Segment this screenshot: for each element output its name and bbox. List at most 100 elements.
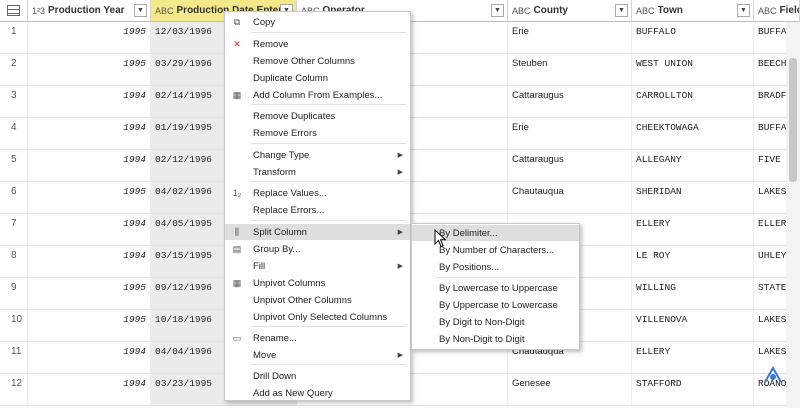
column-header-production-year[interactable]: 1²3 Production Year ▼ — [28, 0, 151, 22]
town-cell[interactable]: VILLENOVA — [632, 310, 754, 341]
row-number[interactable]: 2 — [0, 54, 28, 85]
row-number[interactable]: 11 — [0, 342, 28, 373]
town-cell[interactable]: STAFFORD — [632, 374, 754, 405]
county-cell[interactable]: Erie — [508, 118, 632, 149]
row-number[interactable]: 9 — [0, 278, 28, 309]
row-number[interactable]: 6 — [0, 182, 28, 213]
town-cell[interactable]: CHEEKTOWAGA — [632, 118, 754, 149]
menu-item-label: Change Type — [253, 149, 310, 161]
submenu-item-by-non-digit-to-digit[interactable]: By Non-Digit to Digit — [412, 331, 579, 347]
menu-item-remove-other-columns[interactable]: Remove Other Columns — [225, 53, 410, 69]
rename-icon: ▭ — [232, 333, 242, 343]
row-number[interactable]: 7 — [0, 214, 28, 245]
submenu-item-by-lowercase-to-uppercase[interactable]: By Lowercase to Uppercase — [412, 280, 579, 296]
town-cell[interactable]: CARROLLTON — [632, 86, 754, 117]
menu-item-remove[interactable]: ✕ Remove — [225, 36, 410, 52]
menu-item-fill[interactable]: Fill ▶ — [225, 258, 410, 274]
row-number[interactable]: 1 — [0, 22, 28, 53]
menu-item-duplicate-column[interactable]: Duplicate Column — [225, 70, 410, 86]
number-type-icon[interactable]: 1²3 — [32, 6, 45, 16]
filter-dropdown-icon[interactable]: ▼ — [615, 4, 628, 17]
production-year-cell[interactable]: 1994 — [28, 246, 151, 277]
county-cell[interactable]: Genesee — [508, 374, 632, 405]
row-number[interactable]: 8 — [0, 246, 28, 277]
filter-dropdown-icon[interactable]: ▼ — [134, 4, 147, 17]
menu-item-remove-duplicates[interactable]: Remove Duplicates — [225, 108, 410, 124]
column-header-label: Field — [779, 5, 799, 16]
menu-item-group-by[interactable]: ▤ Group By... — [225, 241, 410, 257]
submenu-item-by-digit-to-non-digit[interactable]: By Digit to Non-Digit — [412, 314, 579, 330]
county-cell[interactable]: Chautauqua — [508, 182, 632, 213]
submenu-item-by-positions[interactable]: By Positions... — [412, 259, 579, 275]
county-cell[interactable]: Cattaraugus — [508, 150, 632, 181]
menu-item-label: Remove Errors — [253, 127, 317, 139]
filter-dropdown-icon[interactable]: ▼ — [491, 4, 504, 17]
production-year-cell[interactable]: 1994 — [28, 214, 151, 245]
mouse-cursor-icon — [434, 229, 447, 248]
production-year-cell[interactable]: 1994 — [28, 86, 151, 117]
row-number[interactable]: 3 — [0, 86, 28, 117]
menu-item-add-column-from-examples[interactable]: ▦ Add Column From Examples... — [225, 87, 410, 103]
menu-item-move[interactable]: Move ▶ — [225, 347, 410, 363]
production-year-cell[interactable]: 1995 — [28, 278, 151, 309]
copy-icon: ⧉ — [233, 17, 241, 27]
town-cell[interactable]: LE ROY — [632, 246, 754, 277]
column-header-field[interactable]: ABC Field — [754, 0, 800, 22]
production-year-cell[interactable]: 1994 — [28, 118, 151, 149]
county-cell[interactable]: Cattaraugus — [508, 86, 632, 117]
menu-item-unpivot-other-columns[interactable]: Unpivot Other Columns — [225, 292, 410, 308]
submenu-item-label: By Uppercase to Lowercase — [439, 299, 558, 311]
town-cell[interactable]: ALLEGANY — [632, 150, 754, 181]
column-context-menu: ⧉ Copy ✕ Remove Remove Other Columns Duplicat… — [224, 11, 411, 401]
row-number[interactable]: 5 — [0, 150, 28, 181]
town-cell[interactable]: WILLING — [632, 278, 754, 309]
production-year-cell[interactable]: 1995 — [28, 22, 151, 53]
menu-item-copy[interactable]: ⧉ Copy — [225, 14, 410, 30]
production-year-cell[interactable]: 1995 — [28, 310, 151, 341]
table-icon — [7, 5, 20, 16]
town-cell[interactable]: ELLERY — [632, 342, 754, 373]
town-cell[interactable]: BUFFALO — [632, 22, 754, 53]
row-number[interactable]: 10 — [0, 310, 28, 341]
production-year-cell[interactable]: 1994 — [28, 374, 151, 405]
production-year-cell[interactable]: 1994 — [28, 150, 151, 181]
column-header-town[interactable]: ABC Town ▼ — [632, 0, 754, 22]
town-cell[interactable]: SHERIDAN — [632, 182, 754, 213]
menu-item-add-as-new-query[interactable]: Add as New Query — [225, 385, 410, 401]
table-menu-button[interactable] — [0, 0, 28, 22]
county-cell[interactable]: Steuben — [508, 54, 632, 85]
row-number[interactable]: 12 — [0, 374, 28, 405]
row-number[interactable]: 4 — [0, 118, 28, 149]
menu-item-transform[interactable]: Transform ▶ — [225, 164, 410, 180]
production-year-cell[interactable]: 1995 — [28, 182, 151, 213]
menu-item-replace-values[interactable]: 1₂ Replace Values... — [225, 185, 410, 201]
submenu-item-by-uppercase-to-lowercase[interactable]: By Uppercase to Lowercase — [412, 297, 579, 313]
chevron-right-icon: ▶ — [397, 263, 403, 270]
menu-item-unpivot-only-selected-columns[interactable]: Unpivot Only Selected Columns — [225, 309, 410, 325]
text-type-icon[interactable]: ABC — [155, 6, 174, 16]
production-year-cell[interactable]: 1995 — [28, 54, 151, 85]
menu-item-rename[interactable]: ▭ Rename... — [225, 330, 410, 346]
column-header-county[interactable]: ABC County ▼ — [508, 0, 632, 22]
menu-item-label: Drill Down — [253, 370, 297, 382]
text-type-icon[interactable]: ABC — [512, 6, 531, 16]
text-type-icon[interactable]: ABC — [636, 6, 655, 16]
menu-item-change-type[interactable]: Change Type ▶ — [225, 147, 410, 163]
county-cell[interactable]: Erie — [508, 22, 632, 53]
menu-item-drill-down[interactable]: Drill Down — [225, 368, 410, 384]
menu-item-label: Replace Values... — [253, 187, 327, 199]
production-year-cell[interactable]: 1994 — [28, 342, 151, 373]
menu-item-replace-errors[interactable]: Replace Errors... — [225, 202, 410, 218]
filter-dropdown-icon[interactable]: ▼ — [737, 4, 750, 17]
town-cell[interactable]: ELLERY — [632, 214, 754, 245]
chevron-right-icon: ▶ — [397, 229, 403, 236]
group-by-icon: ▤ — [232, 244, 242, 254]
town-cell[interactable]: WEST UNION — [632, 54, 754, 85]
menu-item-label: Rename... — [253, 332, 297, 344]
menu-item-split-column[interactable]: ⫼ Split Column ▶ — [225, 224, 410, 240]
menu-item-unpivot-columns[interactable]: ▦ Unpivot Columns — [225, 275, 410, 291]
scrollbar-thumb[interactable] — [789, 58, 797, 182]
menu-item-remove-errors[interactable]: Remove Errors — [225, 125, 410, 141]
replace-values-icon: 1₂ — [232, 188, 242, 198]
text-type-icon[interactable]: ABC — [758, 6, 777, 16]
